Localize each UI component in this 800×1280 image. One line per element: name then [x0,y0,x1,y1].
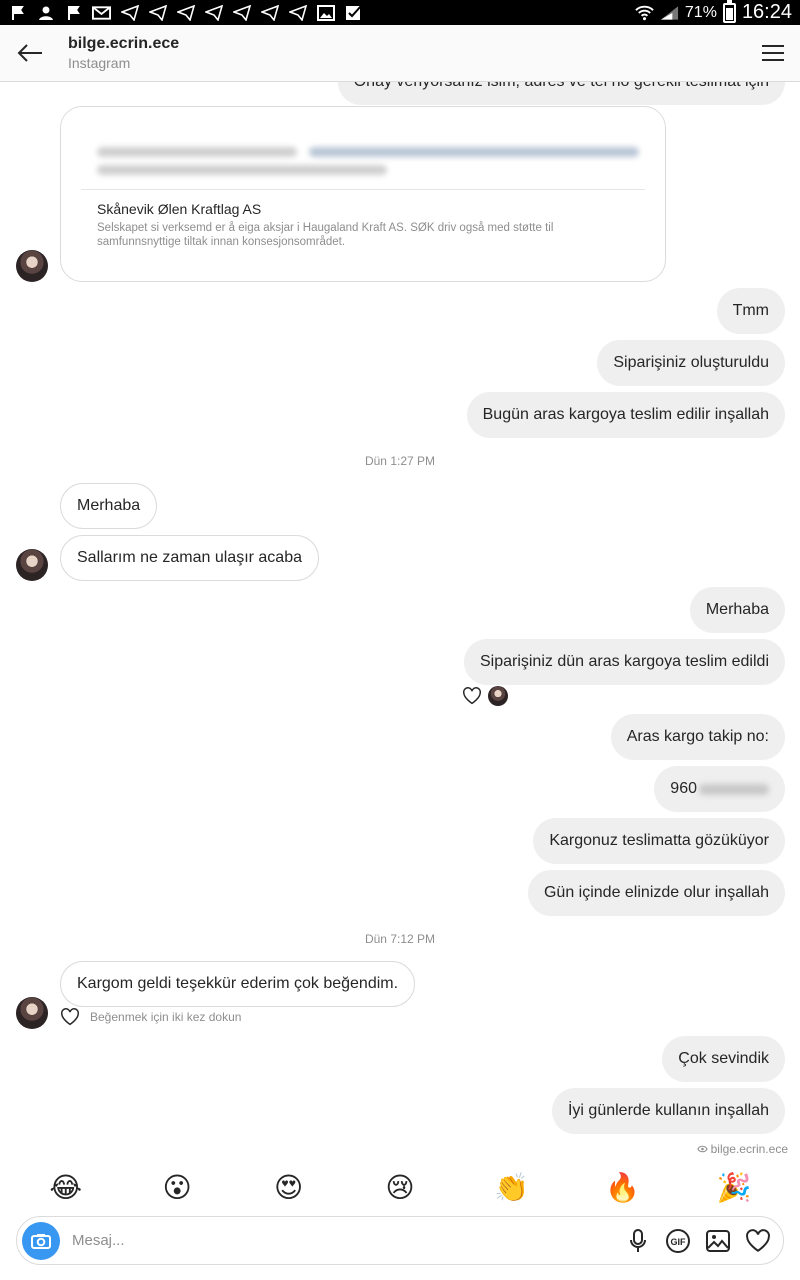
back-button[interactable] [2,25,58,82]
emoji-fire[interactable]: 🔥 [603,1171,643,1204]
chat-subtitle: Instagram [68,55,131,71]
link-description: Selskapet si verksemd er å eiga aksjar i… [97,222,554,248]
telegram-icon [260,4,279,21]
like-hint[interactable]: Beğenmek için iki kez dokun [60,1008,241,1026]
link-title: Skånevik Ølen Kraftlag AS [97,201,262,217]
gif-button[interactable]: GIF [665,1228,691,1254]
microphone-button[interactable] [625,1228,651,1254]
notification-icons [8,4,363,21]
flag-icon [8,5,27,21]
microphone-icon [630,1228,646,1252]
message-bubble-outgoing[interactable]: Onay veriyorsanız isim, adres ve tel no … [337,82,785,105]
mail-icon [92,5,111,21]
emoji-surprised[interactable]: 😮 [157,1171,197,1204]
heart-icon [746,1228,770,1252]
message-composer: GIF [16,1216,784,1265]
seen-by-user: bilge.ecrin.ece [710,1142,788,1156]
message-bubble-incoming[interactable]: Sallarım ne zaman ulaşır acaba [60,535,319,581]
composer-tools: GIF [625,1228,771,1254]
message-bubble-incoming[interactable]: Kargom geldi teşekkür ederim çok beğendi… [60,961,416,1007]
blurred-text [97,165,387,175]
camera-button[interactable] [22,1221,60,1260]
emoji-party[interactable]: 🎉 [714,1171,754,1204]
avatar[interactable] [16,997,48,1029]
signal-icon [660,5,679,21]
like-hint-text: Beğenmek için iki kez dokun [90,1010,242,1024]
battery-percent: 71% [684,3,717,21]
heart-icon[interactable] [462,687,482,705]
reactor-avatar [488,686,508,706]
emoji-clap[interactable]: 👏 [491,1171,531,1204]
message-bubble-outgoing[interactable]: Merhaba [689,587,785,633]
telegram-icon [120,4,139,21]
telegram-icon [176,4,195,21]
message-bubble-incoming[interactable]: Merhaba [60,483,158,529]
quick-reaction-bar: 😂 😮 😍 😢 👏 🔥 🎉 [0,1160,800,1214]
wifi-icon [635,5,654,21]
like-button[interactable] [745,1228,771,1254]
link-preview-card[interactable]: Skånevik Ølen Kraftlag AS Selskapet si v… [60,106,666,282]
flag-icon [64,5,83,21]
heart-icon[interactable] [60,1008,80,1026]
avatar[interactable] [16,549,48,581]
message-bubble-outgoing[interactable]: Kargonuz teslimatta gözüküyor [533,818,785,864]
image-icon [316,4,335,21]
blurred-text [699,783,769,795]
status-bar: 71% 16:24 [0,0,800,25]
emoji-cry[interactable]: 😢 [380,1171,420,1204]
menu-button[interactable] [762,43,784,63]
telegram-icon [288,4,307,21]
chat-header: bilge.ecrin.ece Instagram [0,25,800,82]
chat-title[interactable]: bilge.ecrin.ece Instagram [68,35,179,71]
camera-icon [31,1233,51,1249]
timestamp: Dün 1:27 PM [364,454,436,468]
message-reactions[interactable] [462,686,508,706]
telegram-icon [204,4,223,21]
message-bubble-outgoing[interactable]: Tmm [716,288,785,334]
message-bubble-outgoing[interactable]: İyi günlerde kullanın inşallah [551,1088,785,1134]
telegram-icon [232,4,251,21]
tracking-number: 960 [670,780,697,797]
arrow-left-icon [17,44,42,62]
chat-username: bilge.ecrin.ece [68,35,180,52]
message-bubble-outgoing[interactable]: Gün içinde elinizde olur inşallah [527,870,785,916]
message-bubble-outgoing[interactable]: Siparişiniz oluşturuldu [597,340,785,386]
avatar[interactable] [16,250,48,282]
timestamp: Dün 7:12 PM [364,932,436,946]
eye-icon [696,1145,708,1153]
clock: 16:24 [741,1,792,23]
message-bubble-outgoing[interactable]: Çok sevindik [662,1036,785,1082]
message-bubble-outgoing[interactable]: Siparişiniz dün aras kargoya teslim edil… [463,639,785,685]
image-icon [706,1229,730,1252]
telegram-icon [148,4,167,21]
svg-text:GIF: GIF [671,1237,687,1247]
message-bubble-outgoing[interactable]: Aras kargo takip no: [610,714,785,760]
emoji-heart-eyes[interactable]: 😍 [269,1171,309,1204]
card-divider [81,189,645,190]
system-indicators: 71% 16:24 [635,0,792,24]
blurred-text [97,147,297,157]
blurred-link [309,147,639,157]
person-icon [36,5,55,21]
check-icon [344,4,363,21]
battery-icon [722,0,736,23]
message-bubble-outgoing[interactable]: Bugün aras kargoya teslim edilir inşalla… [466,392,785,438]
emoji-laugh[interactable]: 😂 [46,1171,86,1204]
seen-indicator: bilge.ecrin.ece [696,1142,788,1156]
message-bubble-outgoing[interactable]: 960 [654,766,785,812]
gif-icon: GIF [666,1228,690,1253]
message-thread[interactable]: Onay veriyorsanız isim, adres ve tel no … [0,82,800,1160]
gallery-button[interactable] [705,1228,731,1254]
message-input[interactable] [72,1232,612,1249]
